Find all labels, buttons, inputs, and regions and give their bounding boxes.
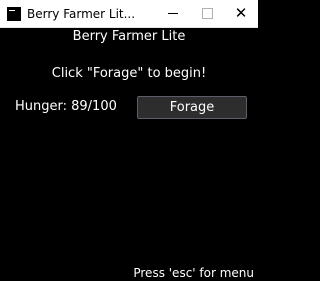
menu-hint: Press 'esc' for menu [133, 266, 254, 280]
window-controls: ✕ [156, 0, 258, 27]
window-title: Berry Farmer Lit... [27, 6, 136, 21]
maximize-button[interactable] [190, 0, 224, 27]
minimize-icon [168, 13, 178, 14]
minimize-button[interactable] [156, 0, 190, 27]
close-button[interactable]: ✕ [224, 0, 258, 27]
app-window: Berry Farmer Lit... ✕ Berry Farmer Lite … [0, 0, 258, 281]
app-icon [7, 6, 21, 21]
maximize-icon [201, 8, 213, 19]
status-message: Click "Forage" to begin! [51, 66, 207, 81]
title-bar[interactable]: Berry Farmer Lit... ✕ [0, 0, 258, 28]
game-title: Berry Farmer Lite [72, 29, 186, 44]
forage-button[interactable]: Forage [137, 96, 247, 119]
close-icon: ✕ [234, 4, 248, 22]
hunger-label: Hunger: 89/100 [15, 99, 117, 114]
game-content: Berry Farmer Lite Click "Forage" to begi… [0, 28, 258, 281]
